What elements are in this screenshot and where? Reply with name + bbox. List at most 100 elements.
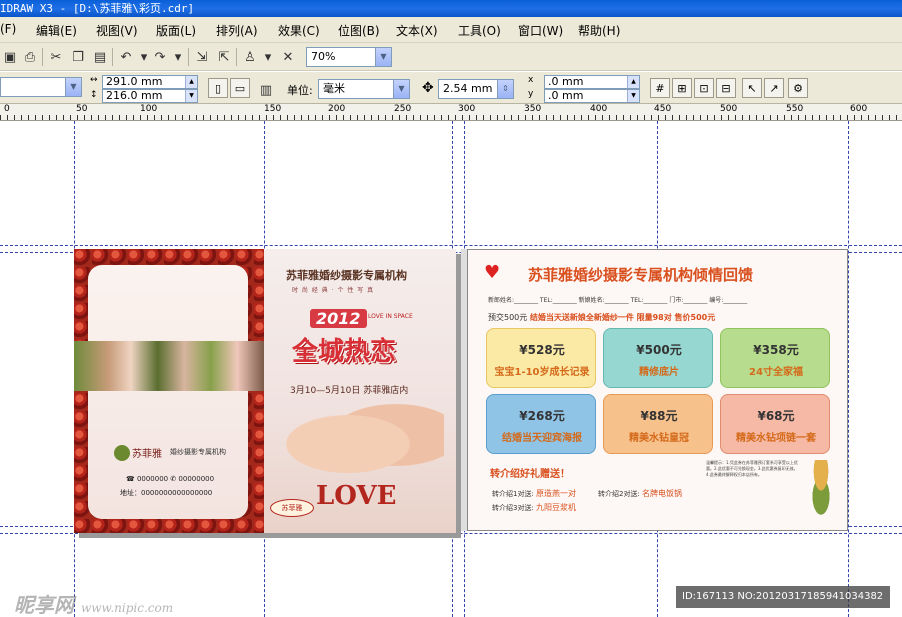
toolbar-separator [42,48,43,66]
page-size-select[interactable]: ▼ [0,77,82,97]
couple-photo-strip [74,341,264,391]
spinner-icon[interactable]: ▲ [627,76,639,88]
offer-description: 结婚当天迎宾海报 [502,433,582,444]
drawing-canvas[interactable]: 苏菲雅 婚纱摄影专属机构 ☎ 0000000 ✆ 00000000 地址：000… [0,121,902,617]
cut-icon[interactable]: ✂ [46,47,66,67]
offer-description: 宝宝1-10岁成长记录 [494,367,590,378]
spinner-icon[interactable]: ⇕ [497,80,513,98]
window-title: IDRAW X3 - [D:\苏菲雅\彩页.cdr] [0,2,195,15]
redo-dropdown-icon[interactable]: ▾ [168,47,188,67]
chevron-down-icon[interactable]: ▼ [393,80,409,98]
duplicate-x-value: .0 mm [548,75,584,88]
menu-bitmaps[interactable]: 位图(B) [338,22,380,39]
nudge-icon: ✥ [422,80,434,96]
menu-layout[interactable]: 版面(L) [156,22,196,39]
copy-icon[interactable]: ❐ [68,47,88,67]
spinner-icon[interactable]: ▼ [627,90,639,102]
guideline-horizontal[interactable] [0,245,902,246]
application-launcher-icon[interactable]: ♙ [240,47,260,67]
snap-to-objects-button[interactable]: ⊡ [694,78,714,98]
menu-help[interactable]: 帮助(H) [578,22,620,39]
title-bar: IDRAW X3 - [D:\苏菲雅\彩页.cdr] [0,0,902,17]
redo-icon[interactable]: ↷ [150,47,170,67]
duplicate-y-value: .0 mm [548,89,584,102]
unit-select[interactable]: 毫米 ▼ [318,79,410,99]
menu-file[interactable]: (F) [0,22,16,36]
menu-edit[interactable]: 编辑(E) [36,22,77,39]
offer-price: ¥68元 [757,409,795,423]
referral-label: 转介绍3对送: [492,504,534,512]
edit-proportions-button[interactable]: ↗ [764,78,784,98]
guideline-vertical[interactable] [848,121,849,617]
offer-card: ¥268元 结婚当天迎宾海报 [486,394,596,454]
paste-icon[interactable]: ▤ [90,47,110,67]
ruler-label: 250 [394,104,412,114]
offer-price: ¥528元 [519,343,565,357]
zoom-level-value: 70% [311,50,336,63]
options-button[interactable]: ⚙ [788,78,808,98]
snap-to-guidelines-button[interactable]: ⊞ [672,78,692,98]
print-icon[interactable]: ⎙ [20,47,40,67]
menu-view[interactable]: 视图(V) [96,22,138,39]
menu-tools[interactable]: 工具(O) [458,22,501,39]
nudge-distance-input[interactable]: 2.54 mm ⇕ [438,79,514,99]
import-icon[interactable]: ⇲ [192,47,212,67]
ruler-label: 350 [524,104,542,114]
chevron-down-icon[interactable]: ▼ [65,78,81,96]
menu-window[interactable]: 窗口(W) [518,22,563,39]
nudge-distance-value: 2.54 mm [443,82,493,95]
menu-text[interactable]: 文本(X) [396,22,438,39]
brand-name: 苏菲雅 [132,449,162,460]
unit-label: 单位: [287,84,313,97]
width-icon: ↔ [90,75,98,85]
campaign-slogan: 全城热恋 [292,337,397,367]
referral-item: 转介绍3对送: 九阳豆浆机 [492,502,576,513]
save-icon[interactable]: ▣ [0,47,20,67]
offer-card: ¥528元 宝宝1-10岁成长记录 [486,328,596,388]
page-layout-icon[interactable]: ▥ [256,80,276,100]
referral-label: 转介绍2对送: [598,490,640,498]
chevron-down-icon[interactable]: ▼ [375,48,391,66]
treat-as-filled-button[interactable]: ↖ [742,78,762,98]
coreldraw-window: IDRAW X3 - [D:\苏菲雅\彩页.cdr] (F) 编辑(E) 视图(… [0,0,902,617]
welcome-icon[interactable]: ✕ [278,47,298,67]
launcher-dropdown-icon[interactable]: ▾ [258,47,278,67]
spinner-icon[interactable]: ▲ [185,76,197,88]
guideline-vertical[interactable] [464,121,465,617]
toolbar-separator [236,48,237,66]
heart-icon: ♥ [484,262,501,283]
menu-effects[interactable]: 效果(C) [278,22,320,39]
portrait-button[interactable]: ▯ [208,78,228,98]
store-badge: 苏菲雅 [270,499,314,517]
dynamic-guides-button[interactable]: ⊟ [716,78,736,98]
duplicate-x-input[interactable]: .0 mm ▲ [544,75,640,89]
landscape-button[interactable]: ▭ [230,78,250,98]
page-height-input[interactable]: 216.0 mm ▼ [102,89,198,103]
brand-logo-icon [114,445,130,461]
zoom-level-select[interactable]: 70% ▼ [306,47,392,67]
store-address: 地址：0000000000000000 [120,489,213,497]
pinky-promise-hands-image [284,399,444,489]
menu-bar: (F) 编辑(E) 视图(V) 版面(L) 排列(A) 效果(C) 位图(B) … [0,17,902,43]
promo-text: 结婚当天送新娘全新婚纱一件 限量98对 售价500元 [529,313,716,322]
export-icon[interactable]: ⇱ [214,47,234,67]
menu-arrange[interactable]: 排列(A) [216,22,258,39]
duplicate-y-input[interactable]: .0 mm ▼ [544,89,640,103]
ruler-ticks [0,115,902,120]
undo-icon[interactable]: ↶ [116,47,136,67]
snap-to-grid-button[interactable]: # [650,78,670,98]
toolbar-separator [112,48,113,66]
horizontal-ruler[interactable]: 0 50 100 150 200 250 300 350 400 450 500… [0,104,902,121]
duplicate-y-icon: y [528,89,534,99]
flyer-front-page[interactable]: 苏菲雅 婚纱摄影专属机构 ☎ 0000000 ✆ 00000000 地址：000… [74,249,456,533]
guideline-horizontal[interactable] [0,533,902,534]
year-badge: 2012 [310,309,367,328]
toolbar-separator [188,48,189,66]
page-width-input[interactable]: 291.0 mm ▲ [102,75,198,89]
property-bar: ▼ ↔ 291.0 mm ▲ ↕ 216.0 mm ▼ ▯ ▭ ▥ 单位: 毫米… [0,72,902,104]
flyer-back-page[interactable]: ♥ 苏菲雅婚纱摄影专属机构倾情回馈 新郎姓名:________ TEL:____… [467,249,848,531]
spinner-icon[interactable]: ▼ [185,90,197,102]
referral-title: 转介绍好礼赠送！ [490,469,570,480]
ruler-label: 300 [458,104,476,114]
offer-price: ¥500元 [636,343,682,357]
